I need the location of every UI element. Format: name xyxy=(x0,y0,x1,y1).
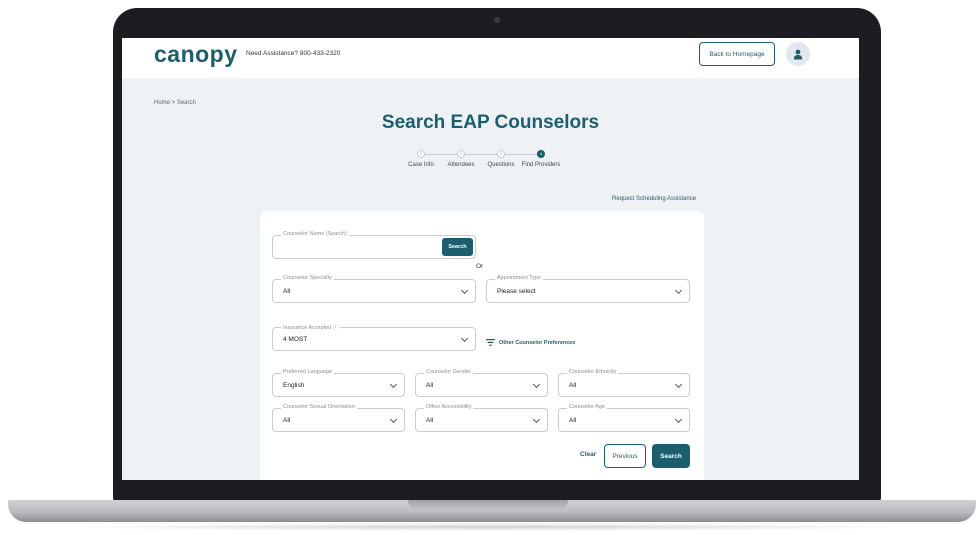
appointment-type-select[interactable]: Appointment Type Please select xyxy=(486,275,690,303)
step-label-case-info: Case Info xyxy=(408,162,434,168)
previous-button[interactable]: Previous xyxy=(604,444,646,468)
orientation-label: Counselor Sexual Orientation xyxy=(281,404,357,410)
logo[interactable]: canopy xyxy=(154,41,238,68)
stepper-line xyxy=(417,154,541,155)
page-title: Search EAP Counselors xyxy=(381,112,600,133)
screen: canopy Need Assistance? 800-433-2320 Bac… xyxy=(122,38,859,480)
language-label: Preferred Language xyxy=(281,369,334,375)
chevron-down-icon xyxy=(532,415,541,424)
progress-stepper: 1 2 3 4 Case Info Attendees Questions Fi… xyxy=(407,150,567,172)
insurance-select[interactable]: Insurance Accepted ⓘ 4 MOST xyxy=(272,323,476,351)
accessibility-label: Office Accessibility xyxy=(424,404,474,410)
chevron-down-icon xyxy=(674,380,683,389)
gender-select[interactable]: Counselor Gender All xyxy=(415,369,548,397)
filter-icon xyxy=(486,339,495,346)
request-scheduling-link[interactable]: Request Scheduling Assistance xyxy=(612,196,696,202)
other-preferences-link[interactable]: Other Counselor Preferences xyxy=(486,339,575,346)
breadcrumb[interactable]: Home > Search xyxy=(154,100,196,106)
accessibility-value: All xyxy=(426,417,434,424)
age-label: Counselor Age xyxy=(567,404,608,410)
insurance-label-text: Insurance Accepted xyxy=(283,325,332,331)
ethnicity-value: All xyxy=(569,382,577,389)
appointment-type-value: Please select xyxy=(497,288,536,295)
assistance-phone: Need Assistance? 800-433-2320 xyxy=(246,50,341,57)
or-separator: Or xyxy=(476,263,484,270)
name-search-button[interactable]: Search xyxy=(442,238,473,256)
language-value: English xyxy=(283,382,305,389)
language-select[interactable]: Preferred Language English xyxy=(272,369,405,397)
back-to-homepage-button[interactable]: Back to Homepage xyxy=(699,42,775,66)
gender-label: Counselor Gender xyxy=(424,369,473,375)
orientation-value: All xyxy=(283,417,291,424)
age-select[interactable]: Counselor Age All xyxy=(558,404,690,432)
clear-button[interactable]: Clear xyxy=(580,451,596,458)
chevron-down-icon xyxy=(674,286,683,295)
counselor-name-field[interactable]: Counselor Name (Search) Search xyxy=(272,231,476,259)
laptop-notch xyxy=(408,500,568,510)
chevron-down-icon xyxy=(460,286,469,295)
specialty-select[interactable]: Counselor Specialty All xyxy=(272,275,476,303)
step-label-find-providers: Find Providers xyxy=(521,162,561,168)
appointment-type-label: Appointment Type xyxy=(495,275,544,281)
ethnicity-select[interactable]: Counselor Ethnicity All xyxy=(558,369,690,397)
step-label-questions: Questions xyxy=(487,162,515,168)
laptop-shadow xyxy=(60,523,920,531)
age-value: All xyxy=(569,417,577,424)
gender-value: All xyxy=(426,382,434,389)
other-preferences-label: Other Counselor Preferences xyxy=(499,339,576,346)
step-dot-4: 4 xyxy=(537,150,545,158)
chevron-down-icon xyxy=(460,334,469,343)
ethnicity-label: Counselor Ethnicity xyxy=(567,369,619,375)
counselor-name-label: Counselor Name (Search) xyxy=(281,231,349,237)
specialty-label: Counselor Specialty xyxy=(281,275,334,281)
chevron-down-icon xyxy=(389,415,398,424)
user-avatar[interactable] xyxy=(786,42,810,66)
header: canopy Need Assistance? 800-433-2320 Bac… xyxy=(122,38,859,78)
chevron-down-icon xyxy=(674,415,683,424)
search-form-card: Counselor Name (Search) Search Or Counse… xyxy=(260,211,704,480)
insurance-label: Insurance Accepted ⓘ xyxy=(281,323,341,331)
orientation-select[interactable]: Counselor Sexual Orientation All xyxy=(272,404,405,432)
camera-icon xyxy=(494,17,500,23)
step-dot-3: 3 xyxy=(497,150,505,158)
user-icon xyxy=(793,49,803,59)
specialty-value: All xyxy=(283,288,291,295)
step-dot-2: 2 xyxy=(457,150,465,158)
step-label-attendees: Attendees xyxy=(447,162,475,168)
step-dot-1: 1 xyxy=(417,150,425,158)
chevron-down-icon xyxy=(389,380,398,389)
accessibility-select[interactable]: Office Accessibility All xyxy=(415,404,548,432)
search-button[interactable]: Search xyxy=(652,444,690,468)
insurance-value: 4 MOST xyxy=(283,336,308,343)
chevron-down-icon xyxy=(532,380,541,389)
